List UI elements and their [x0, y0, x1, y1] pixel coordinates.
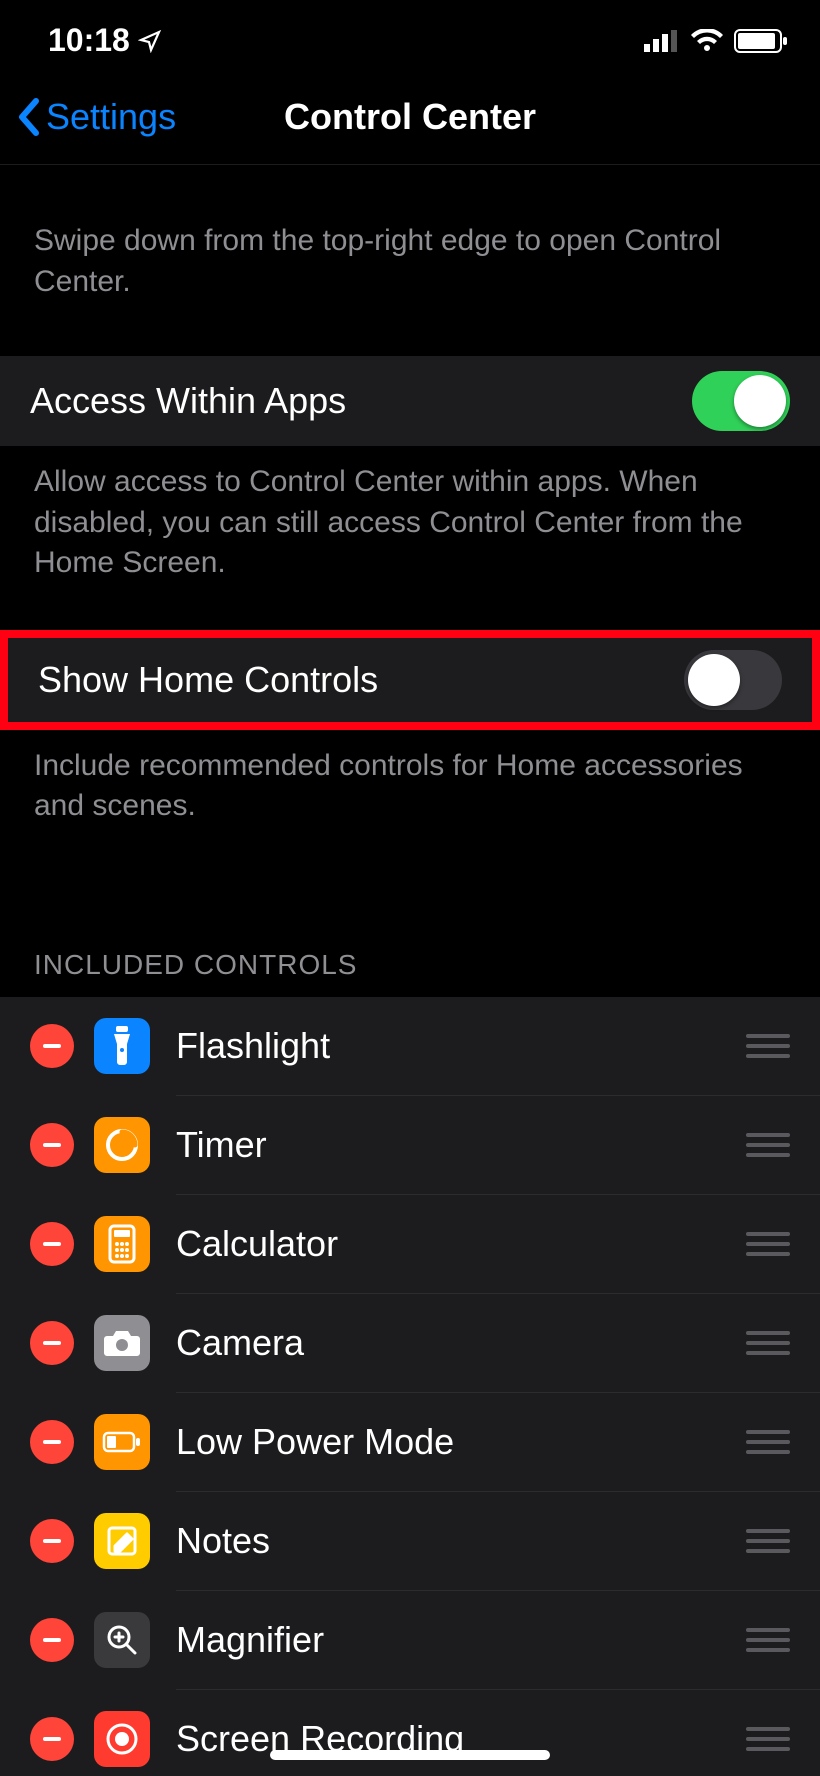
list-item-magnifier[interactable]: Magnifier [0, 1591, 820, 1690]
access-within-apps-toggle[interactable] [692, 371, 790, 431]
drag-handle-icon[interactable] [746, 1133, 790, 1157]
list-item-label: Camera [176, 1322, 304, 1364]
list-item-label: Low Power Mode [176, 1421, 454, 1463]
nav-bar: Settings Control Center [0, 69, 820, 165]
list-item-camera[interactable]: Camera [0, 1294, 820, 1393]
drag-handle-icon[interactable] [746, 1430, 790, 1454]
drag-handle-icon[interactable] [746, 1232, 790, 1256]
toggle-knob [734, 375, 786, 427]
back-button[interactable]: Settings [16, 96, 176, 138]
access-within-apps-label: Access Within Apps [30, 380, 346, 422]
included-controls-header: INCLUDED CONTROLS [0, 843, 820, 997]
drag-handle-icon[interactable] [746, 1331, 790, 1355]
drag-handle-icon[interactable] [746, 1529, 790, 1553]
toggle-knob [688, 654, 740, 706]
back-label: Settings [46, 96, 176, 138]
remove-button[interactable] [30, 1321, 74, 1365]
show-home-controls-toggle[interactable] [684, 650, 782, 710]
wifi-icon [690, 29, 724, 53]
list-item-label: Magnifier [176, 1619, 324, 1661]
remove-button[interactable] [30, 1519, 74, 1563]
show-home-controls-label: Show Home Controls [38, 659, 378, 701]
magnifier-icon [94, 1612, 150, 1668]
status-left: 10:18 [48, 22, 162, 59]
low-power-icon [94, 1414, 150, 1470]
access-within-apps-row[interactable]: Access Within Apps [0, 356, 820, 446]
list-item-label: Flashlight [176, 1025, 330, 1067]
included-controls-list: Flashlight Timer Calculator Camera [0, 997, 820, 1776]
drag-handle-icon[interactable] [746, 1628, 790, 1652]
camera-icon [94, 1315, 150, 1371]
remove-button[interactable] [30, 1618, 74, 1662]
drag-handle-icon[interactable] [746, 1727, 790, 1751]
list-item-label: Calculator [176, 1223, 338, 1265]
status-time: 10:18 [48, 22, 130, 59]
status-right [644, 29, 788, 53]
page-title: Control Center [284, 96, 536, 138]
list-item-low-power-mode[interactable]: Low Power Mode [0, 1393, 820, 1492]
intro-description: Swipe down from the top-right edge to op… [0, 165, 820, 356]
list-item-timer[interactable]: Timer [0, 1096, 820, 1195]
show-home-controls-footer: Include recommended controls for Home ac… [0, 730, 820, 843]
remove-button[interactable] [30, 1717, 74, 1761]
list-item-flashlight[interactable]: Flashlight [0, 997, 820, 1096]
remove-button[interactable] [30, 1222, 74, 1266]
flashlight-icon [94, 1018, 150, 1074]
home-indicator[interactable] [270, 1750, 550, 1760]
show-home-controls-row[interactable]: Show Home Controls [8, 638, 812, 722]
screen-recording-icon [94, 1711, 150, 1767]
list-item-label: Notes [176, 1520, 270, 1562]
battery-icon [734, 29, 788, 53]
chevron-left-icon [16, 97, 42, 137]
list-item-calculator[interactable]: Calculator [0, 1195, 820, 1294]
show-home-controls-highlight: Show Home Controls [0, 630, 820, 730]
remove-button[interactable] [30, 1420, 74, 1464]
location-icon [138, 29, 162, 53]
list-item-label: Timer [176, 1124, 267, 1166]
remove-button[interactable] [30, 1024, 74, 1068]
remove-button[interactable] [30, 1123, 74, 1167]
notes-icon [94, 1513, 150, 1569]
list-item-screen-recording[interactable]: Screen Recording [0, 1690, 820, 1776]
list-item-notes[interactable]: Notes [0, 1492, 820, 1591]
calculator-icon [94, 1216, 150, 1272]
drag-handle-icon[interactable] [746, 1034, 790, 1058]
cellular-icon [644, 30, 680, 52]
access-within-apps-footer: Allow access to Control Center within ap… [0, 446, 820, 600]
spacer [0, 600, 820, 630]
status-bar: 10:18 [0, 0, 820, 69]
timer-icon [94, 1117, 150, 1173]
